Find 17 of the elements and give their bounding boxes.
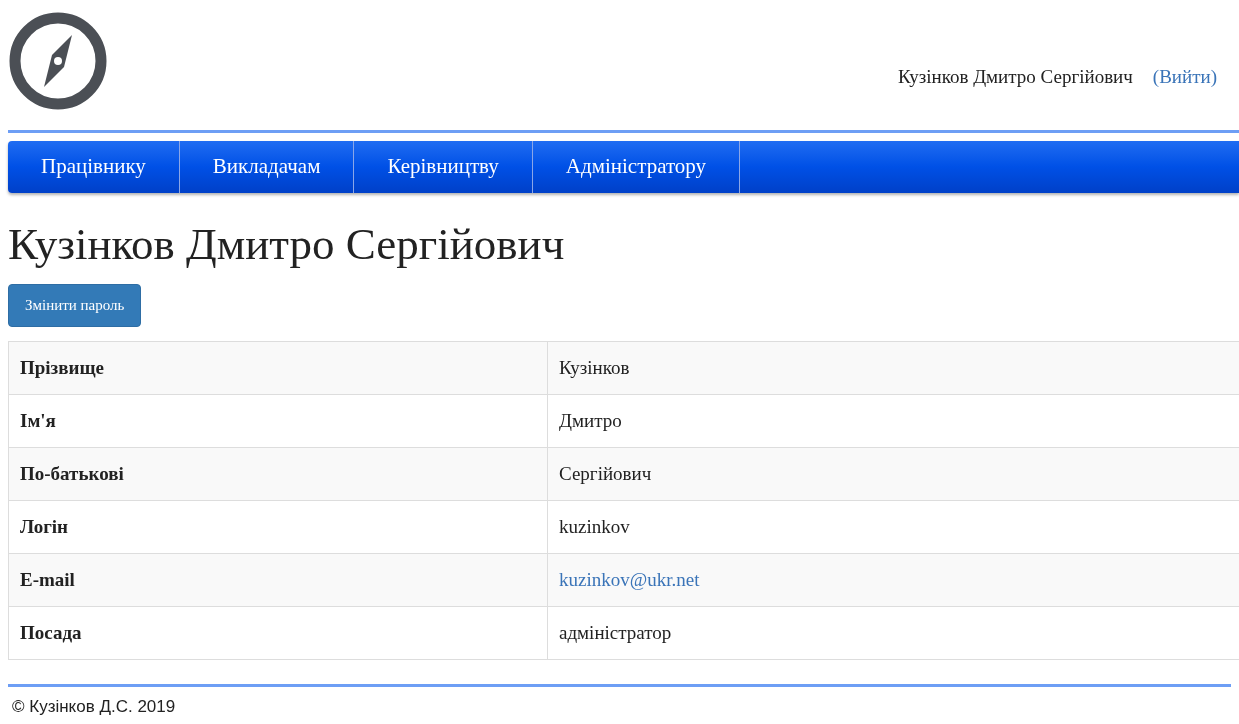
change-password-button[interactable]: Змінити пароль — [8, 284, 142, 327]
logout-link[interactable]: (Вийти) — [1152, 62, 1217, 92]
nav-item[interactable]: Керівництву — [354, 141, 533, 193]
field-label: Прізвище — [8, 341, 548, 395]
page-title: Кузінков Дмитро Сергійович — [8, 222, 566, 267]
nav-item[interactable]: Працівнику — [8, 141, 180, 193]
user-name: Кузінков Дмитро Сергійович — [897, 64, 1133, 89]
field-label: Логін — [8, 500, 548, 554]
field-label: Посада — [8, 606, 548, 660]
field-label: Ім'я — [8, 394, 548, 448]
field-value: Кузінков — [547, 341, 1239, 395]
field-label: E-mail — [8, 553, 548, 607]
nav-item[interactable]: Викладачам — [179, 141, 355, 193]
nav-item[interactable]: Адміністратору — [532, 141, 741, 193]
field-label: По-батькові — [8, 447, 548, 501]
compass-icon — [8, 11, 108, 111]
footer-text: © Кузінков Д.С. 2019 — [11, 697, 177, 717]
